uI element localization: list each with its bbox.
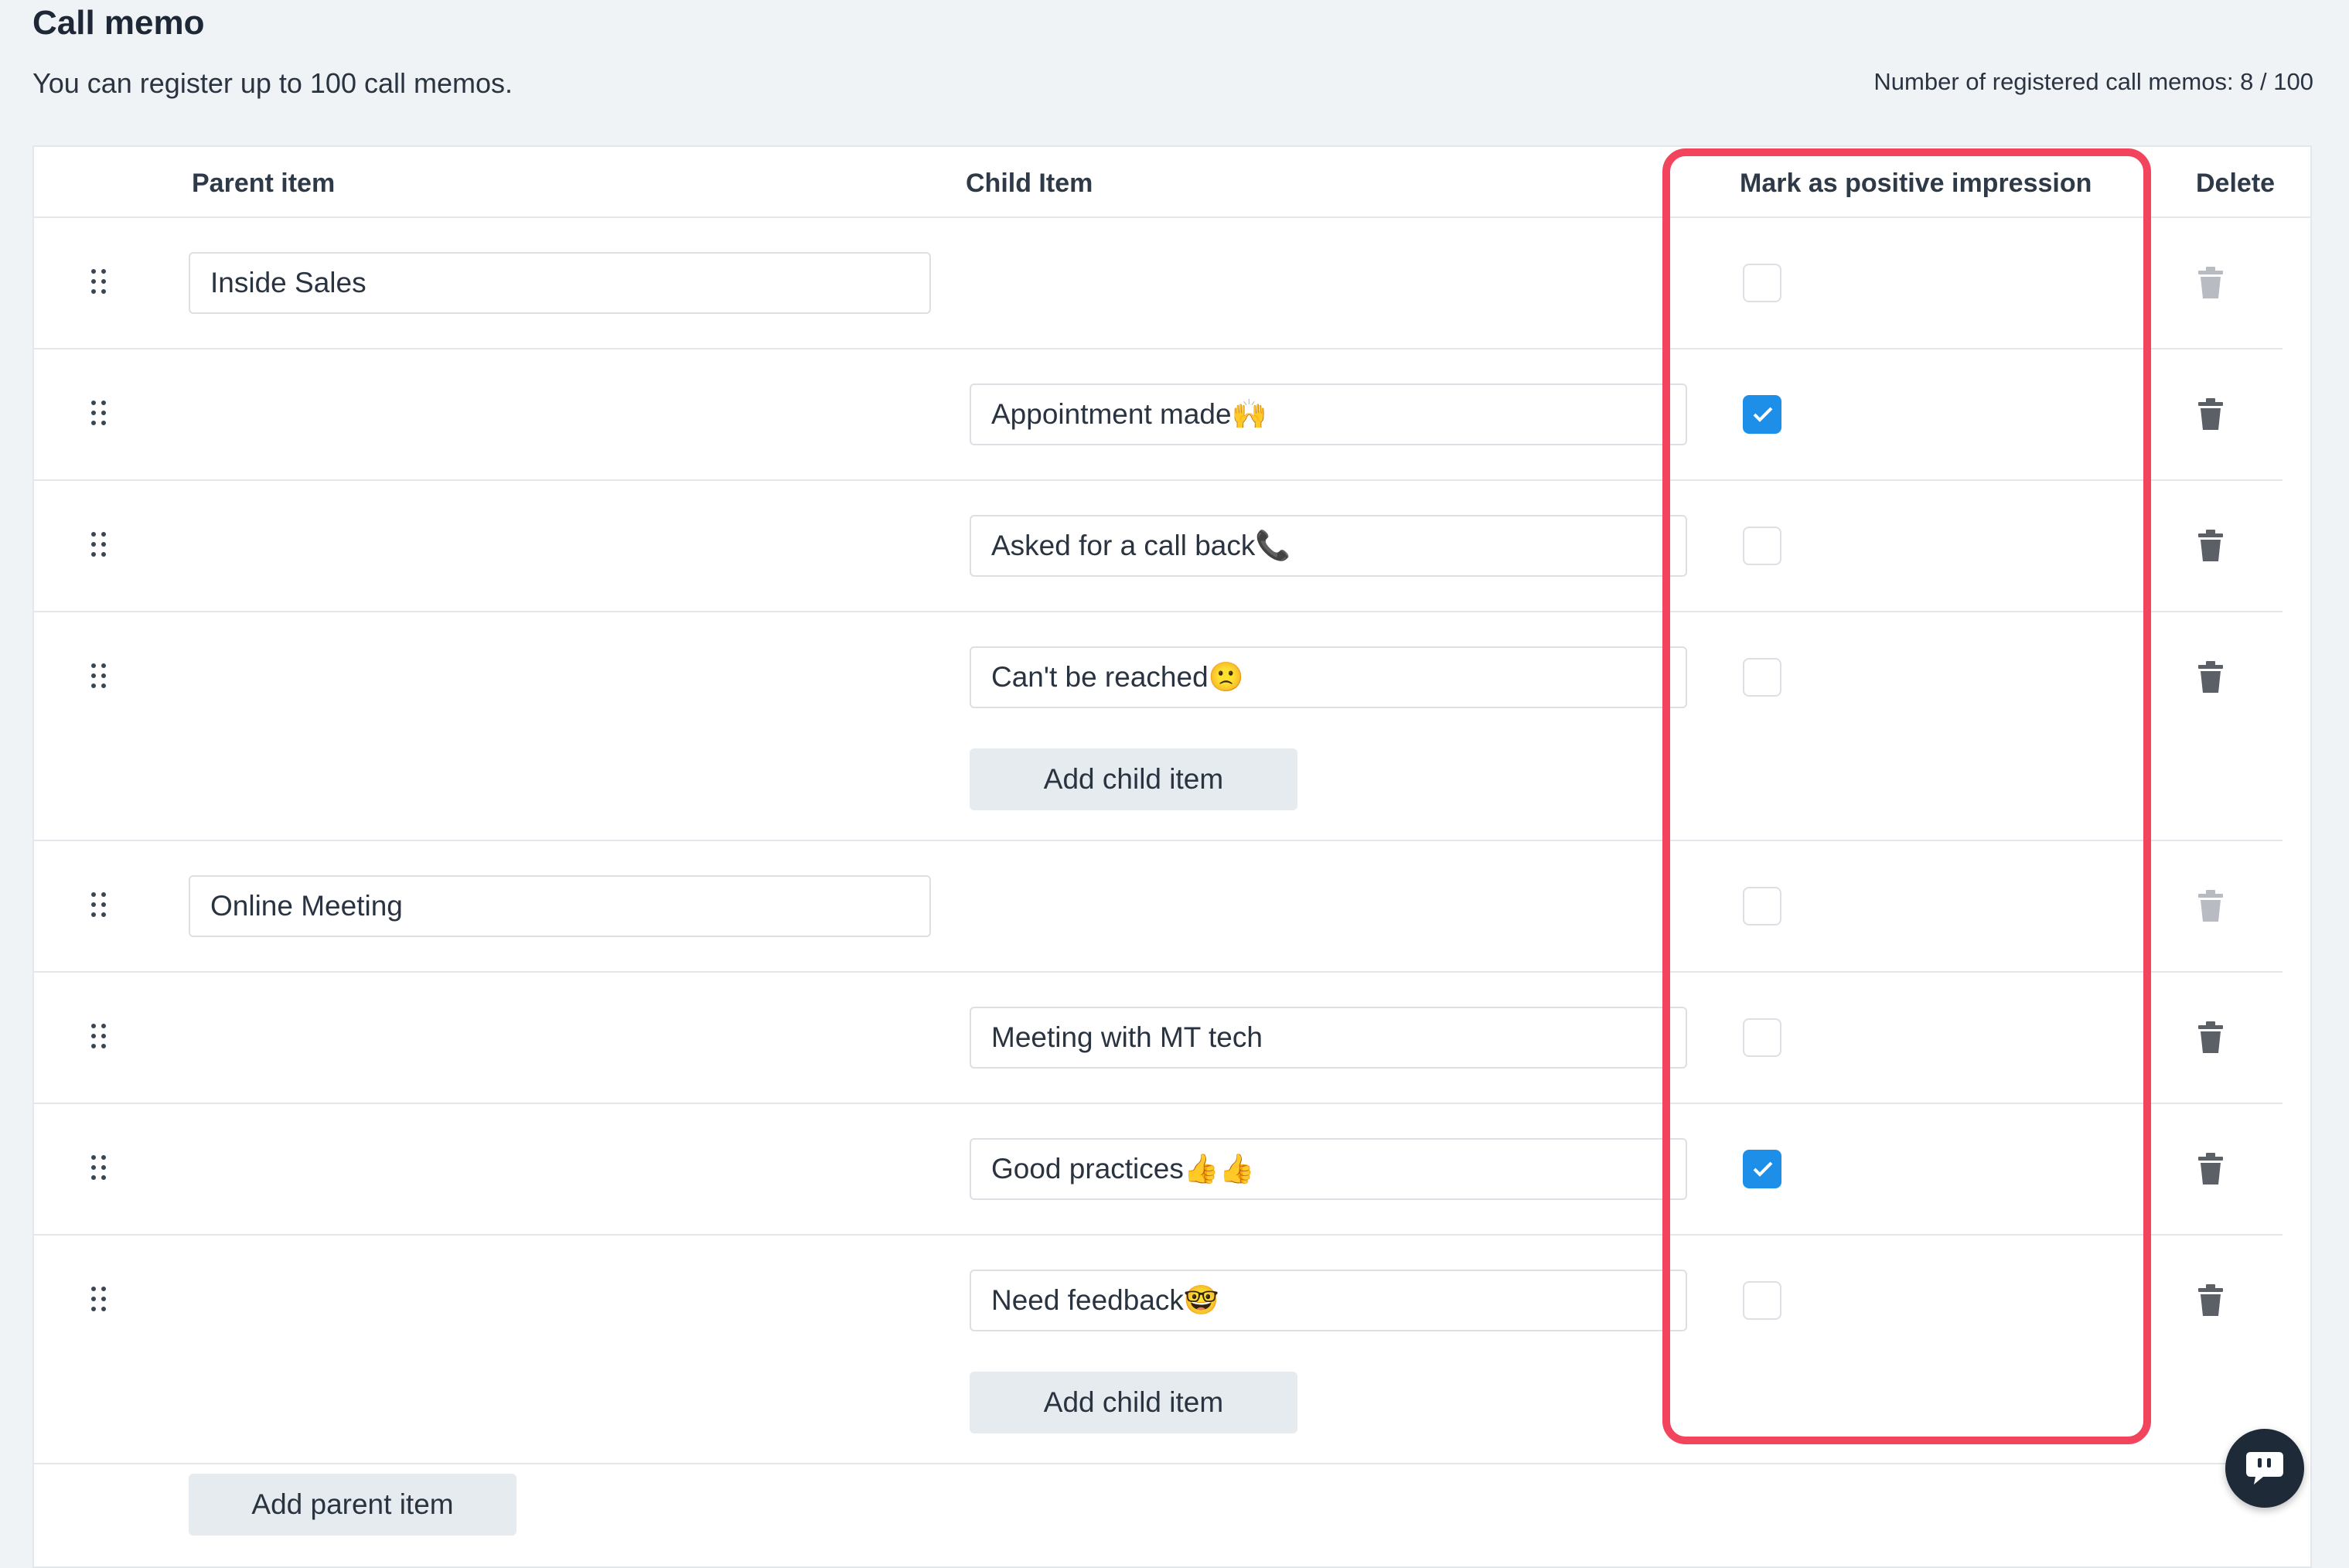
child-row: Add child item xyxy=(34,612,2283,841)
page-title: Call memo xyxy=(32,4,205,42)
trash-icon[interactable] xyxy=(2195,889,2226,923)
chat-icon xyxy=(2246,1452,2283,1484)
child-item-input[interactable] xyxy=(970,646,1687,708)
child-item-input[interactable] xyxy=(970,1007,1687,1069)
drag-handle-icon[interactable] xyxy=(91,1155,107,1181)
positive-checkbox[interactable] xyxy=(1743,527,1781,565)
child-item-input[interactable] xyxy=(970,1270,1687,1331)
memo-counter: Number of registered call memos: 8 / 100 xyxy=(1873,68,2313,95)
call-memo-table: Parent item Child Item Mark as positive … xyxy=(32,145,2312,1568)
positive-checkbox[interactable] xyxy=(1743,887,1781,925)
positive-checkbox[interactable] xyxy=(1743,1018,1781,1057)
drag-handle-icon[interactable] xyxy=(91,1287,107,1313)
add-parent-item-button[interactable]: Add parent item xyxy=(189,1474,517,1536)
positive-checkbox[interactable] xyxy=(1743,1150,1781,1188)
drag-handle-icon[interactable] xyxy=(91,1024,107,1050)
trash-icon[interactable] xyxy=(2195,529,2226,563)
positive-checkbox[interactable] xyxy=(1743,395,1781,434)
trash-icon[interactable] xyxy=(2195,1021,2226,1055)
table-header: Parent item Child Item Mark as positive … xyxy=(34,147,2310,218)
drag-handle-icon[interactable] xyxy=(91,269,107,295)
add-child-item-button[interactable]: Add child item xyxy=(970,748,1297,810)
trash-icon[interactable] xyxy=(2195,660,2226,694)
parent-row xyxy=(34,841,2283,973)
add-child-item-button[interactable]: Add child item xyxy=(970,1372,1297,1433)
child-row xyxy=(34,973,2283,1104)
trash-icon[interactable] xyxy=(2195,1283,2226,1317)
header-delete: Delete xyxy=(2196,169,2276,198)
child-item-input[interactable] xyxy=(970,515,1687,577)
header-parent-item: Parent item xyxy=(192,169,336,198)
header-child-item: Child Item xyxy=(966,169,1093,198)
drag-handle-icon[interactable] xyxy=(91,663,107,690)
drag-handle-icon[interactable] xyxy=(91,892,107,919)
child-row xyxy=(34,1104,2283,1236)
parent-item-input[interactable] xyxy=(189,875,931,937)
trash-icon[interactable] xyxy=(2195,397,2226,431)
child-item-input[interactable] xyxy=(970,1138,1687,1200)
chat-button[interactable] xyxy=(2225,1429,2304,1508)
drag-handle-icon[interactable] xyxy=(91,401,107,427)
parent-item-input[interactable] xyxy=(189,252,931,314)
positive-checkbox[interactable] xyxy=(1743,264,1781,302)
page-description: You can register up to 100 call memos. xyxy=(32,67,513,99)
trash-icon[interactable] xyxy=(2195,266,2226,300)
check-icon xyxy=(1753,407,1773,422)
trash-icon[interactable] xyxy=(2195,1152,2226,1186)
child-row: Add child item xyxy=(34,1236,2283,1464)
drag-handle-icon[interactable] xyxy=(91,532,107,558)
child-row xyxy=(34,349,2283,481)
positive-checkbox[interactable] xyxy=(1743,1281,1781,1320)
check-icon xyxy=(1753,1161,1773,1177)
parent-row xyxy=(34,218,2283,349)
header-mark-positive: Mark as positive impression xyxy=(1740,169,2092,198)
child-row xyxy=(34,481,2283,612)
positive-checkbox[interactable] xyxy=(1743,658,1781,697)
child-item-input[interactable] xyxy=(970,383,1687,445)
